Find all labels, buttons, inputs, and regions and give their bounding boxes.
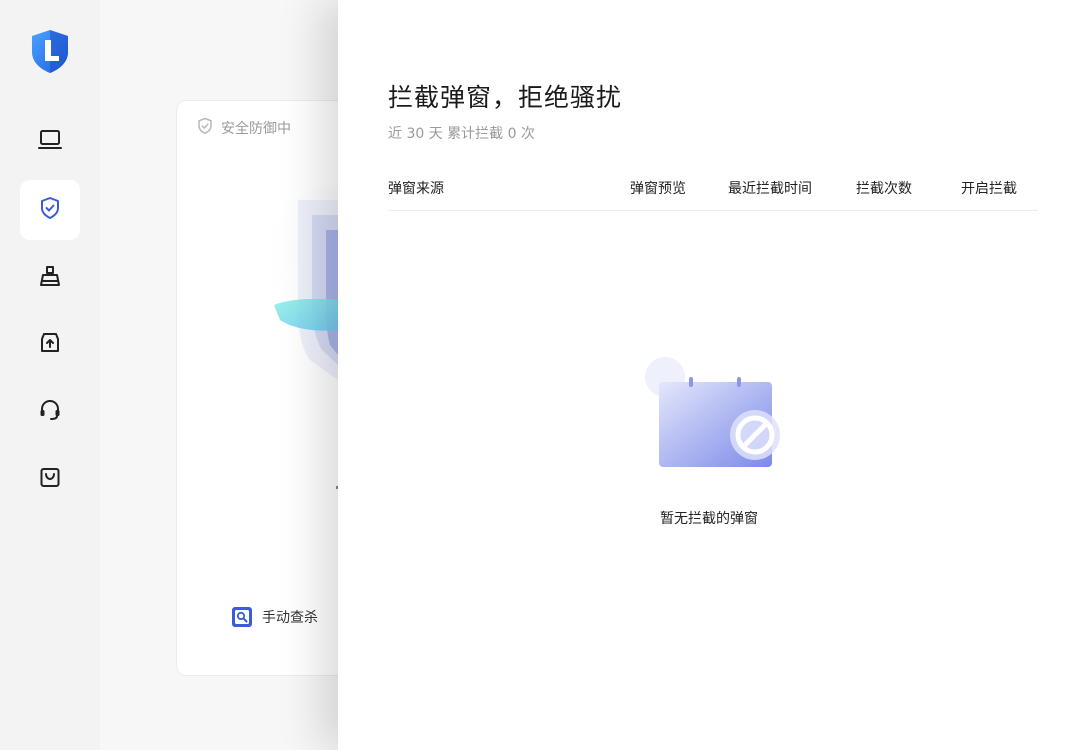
sidebar-item-support[interactable] (20, 382, 80, 442)
headset-icon (37, 397, 63, 427)
sidebar-item-protection[interactable] (20, 180, 80, 240)
sidebar-item-software[interactable] (20, 315, 80, 375)
manual-scan-button[interactable]: 手动查杀 (231, 606, 318, 628)
empty-state-illustration (640, 355, 785, 475)
sidebar-item-store[interactable] (20, 449, 80, 509)
drawer-title: 拦截弹窗，拒绝骚扰 (388, 83, 623, 112)
column-header-preview: 弹窗预览 (630, 181, 686, 197)
empty-state-text: 暂无拦截的弹窗 (660, 511, 758, 527)
sidebar (0, 0, 100, 750)
column-header-toggle: 开启拦截 (961, 181, 1017, 197)
column-header-last-time: 最近拦截时间 (728, 181, 812, 197)
sidebar-item-computer[interactable] (20, 112, 80, 172)
app-logo (29, 28, 71, 74)
download-box-icon (37, 330, 63, 360)
column-header-source: 弹窗来源 (388, 181, 444, 197)
manual-scan-label: 手动查杀 (262, 610, 318, 626)
shield-check-icon (37, 195, 63, 225)
table-header: 弹窗来源 弹窗预览 最近拦截时间 拦截次数 开启拦截 (388, 170, 1038, 211)
app-window: 安全防御中 手动查杀 拦截弹窗，拒绝骚扰 近 30 天 累计拦截 0 次 弹窗来… (0, 0, 1088, 750)
drawer-subtitle: 近 30 天 累计拦截 0 次 (388, 126, 535, 142)
scan-tool-icon (231, 606, 253, 628)
sidebar-item-cleanup[interactable] (20, 248, 80, 308)
column-header-count: 拦截次数 (856, 181, 912, 197)
shield-check-outline-icon (196, 117, 221, 139)
broom-icon (37, 263, 63, 293)
shopping-bag-icon (37, 464, 63, 494)
laptop-icon (37, 127, 63, 157)
protection-status: 安全防御中 (196, 117, 291, 139)
protection-status-text: 安全防御中 (221, 121, 291, 137)
